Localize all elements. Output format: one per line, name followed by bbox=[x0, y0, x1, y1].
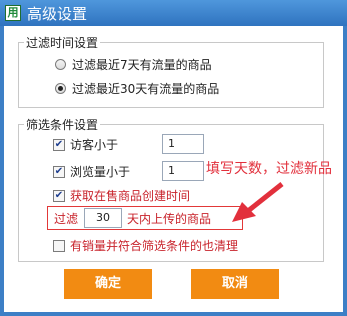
time-filter-group bbox=[18, 42, 324, 108]
dialog-body: 过滤时间设置 过滤最近7天有流量的商品 过滤最近30天有流量的商品 筛选条件设置… bbox=[4, 26, 343, 312]
radio-7-days-label: 过滤最近7天有流量的商品 bbox=[72, 58, 212, 72]
window-title: 高级设置 bbox=[27, 5, 88, 23]
creation-time-checkbox[interactable] bbox=[53, 189, 65, 202]
annotation-arrow-icon bbox=[232, 182, 284, 222]
views-checkbox[interactable] bbox=[53, 165, 65, 178]
radio-7-days-indicator[interactable] bbox=[55, 59, 66, 70]
radio-30-days-label: 过滤最近30天有流量的商品 bbox=[72, 82, 220, 96]
radio-30-days-indicator[interactable] bbox=[55, 83, 66, 94]
app-icon: 用 bbox=[5, 5, 21, 21]
also-clear-checkbox-row[interactable]: 有销量并符合筛选条件的也清理 bbox=[53, 237, 238, 254]
conditions-group-label: 筛选条件设置 bbox=[24, 116, 101, 133]
time-filter-group-label: 过滤时间设置 bbox=[24, 34, 101, 51]
visitors-checkbox[interactable] bbox=[53, 138, 65, 151]
annotation-text: 填写天数，过滤新品 bbox=[206, 161, 332, 177]
views-checkbox-row[interactable]: 浏览量小于 bbox=[53, 163, 130, 180]
views-label: 浏览量小于 bbox=[70, 165, 131, 179]
radio-7-days[interactable]: 过滤最近7天有流量的商品 bbox=[55, 56, 212, 73]
visitors-checkbox-row[interactable]: 访客小于 bbox=[53, 136, 118, 153]
days-suffix-label: 天内上传的商品 bbox=[127, 212, 212, 226]
dialog-window: 用 高级设置 过滤时间设置 过滤最近7天有流量的商品 过滤最近30天有流量的商品… bbox=[0, 0, 347, 316]
creation-time-checkbox-row[interactable]: 获取在售商品创建时间 bbox=[53, 187, 190, 204]
days-input[interactable]: 30 bbox=[84, 208, 122, 228]
ok-button[interactable]: 确定 bbox=[64, 269, 152, 299]
creation-time-label: 获取在售商品创建时间 bbox=[70, 189, 191, 203]
visitors-input[interactable]: 1 bbox=[162, 134, 204, 154]
days-prefix-label: 过滤 bbox=[54, 212, 79, 226]
cancel-button[interactable]: 取消 bbox=[191, 269, 279, 299]
radio-30-days[interactable]: 过滤最近30天有流量的商品 bbox=[55, 80, 219, 97]
views-input[interactable]: 1 bbox=[162, 161, 204, 181]
also-clear-checkbox[interactable] bbox=[53, 239, 65, 252]
title-bar[interactable]: 用 高级设置 bbox=[0, 0, 347, 26]
also-clear-label: 有销量并符合筛选条件的也清理 bbox=[70, 239, 239, 253]
visitors-label: 访客小于 bbox=[70, 138, 119, 152]
